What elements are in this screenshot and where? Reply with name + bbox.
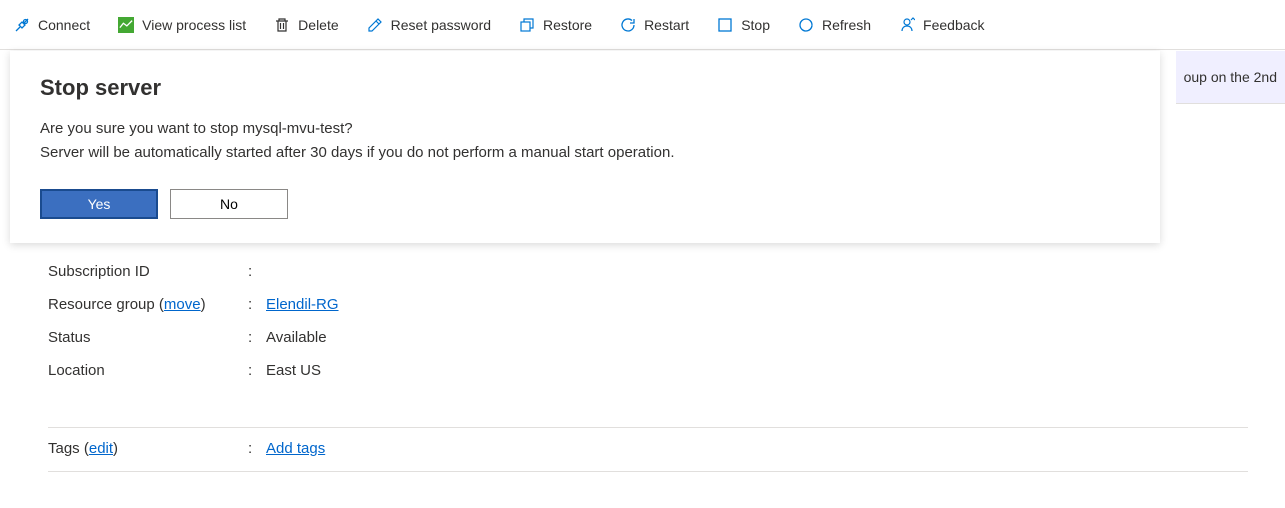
restore-label: Restore xyxy=(543,17,592,33)
colon: : xyxy=(248,329,266,346)
colon: : xyxy=(248,263,266,280)
location-label: Location xyxy=(48,362,248,379)
resource-group-row: Resource group (move) : Elendil-RG xyxy=(48,288,1248,321)
divider xyxy=(48,471,1248,472)
dialog-message: Are you sure you want to stop mysql-mvu-… xyxy=(40,117,1130,165)
location-value: East US xyxy=(266,362,321,379)
feedback-icon xyxy=(899,17,915,33)
refresh-label: Refresh xyxy=(822,17,871,33)
status-label: Status xyxy=(48,329,248,346)
resource-group-label: Resource group (move) xyxy=(48,296,248,313)
tags-row: Tags (edit) : Add tags xyxy=(48,427,1248,465)
restart-icon xyxy=(620,17,636,33)
dialog-message-line2: Server will be automatically started aft… xyxy=(40,144,674,161)
move-link[interactable]: move xyxy=(164,296,201,313)
stop-icon xyxy=(717,17,733,33)
stop-server-dialog: Stop server Are you sure you want to sto… xyxy=(10,51,1160,243)
refresh-icon xyxy=(798,17,814,33)
colon: : xyxy=(248,362,266,379)
feedback-label: Feedback xyxy=(923,17,984,33)
subscription-id-label: Subscription ID xyxy=(48,263,248,280)
restore-icon xyxy=(519,17,535,33)
toolbar: Connect View process list Delete Reset p… xyxy=(0,0,1285,50)
stop-button[interactable]: Stop xyxy=(703,11,784,39)
info-banner: oup on the 2nd xyxy=(1176,51,1285,104)
connect-icon xyxy=(14,17,30,33)
status-value: Available xyxy=(266,329,327,346)
add-tags-link[interactable]: Add tags xyxy=(266,440,325,457)
reset-password-label: Reset password xyxy=(391,17,491,33)
connect-button[interactable]: Connect xyxy=(0,11,104,39)
restart-label: Restart xyxy=(644,17,689,33)
subscription-id-row: Subscription ID : xyxy=(48,255,1248,288)
no-button[interactable]: No xyxy=(170,189,288,219)
dialog-title: Stop server xyxy=(40,75,1130,101)
location-row: Location : East US xyxy=(48,354,1248,387)
delete-button[interactable]: Delete xyxy=(260,11,352,39)
dialog-buttons: Yes No xyxy=(40,189,1130,219)
status-row: Status : Available xyxy=(48,321,1248,354)
feedback-button[interactable]: Feedback xyxy=(885,11,998,39)
pencil-icon xyxy=(367,17,383,33)
dialog-message-line1: Are you sure you want to stop mysql-mvu-… xyxy=(40,120,353,137)
edit-link[interactable]: edit xyxy=(89,440,113,457)
colon: : xyxy=(248,296,266,313)
process-list-icon xyxy=(118,17,134,33)
resource-group-value[interactable]: Elendil-RG xyxy=(266,296,339,313)
yes-button[interactable]: Yes xyxy=(40,189,158,219)
restore-button[interactable]: Restore xyxy=(505,11,606,39)
details-section: Subscription ID : Resource group (move) … xyxy=(48,255,1248,472)
restart-button[interactable]: Restart xyxy=(606,11,703,39)
trash-icon xyxy=(274,17,290,33)
view-process-list-label: View process list xyxy=(142,17,246,33)
view-process-list-button[interactable]: View process list xyxy=(104,11,260,39)
colon: : xyxy=(248,440,266,457)
stop-label: Stop xyxy=(741,17,770,33)
banner-text: oup on the 2nd xyxy=(1184,69,1277,85)
reset-password-button[interactable]: Reset password xyxy=(353,11,505,39)
connect-label: Connect xyxy=(38,17,90,33)
refresh-button[interactable]: Refresh xyxy=(784,11,885,39)
tags-label: Tags (edit) xyxy=(48,440,248,457)
delete-label: Delete xyxy=(298,17,338,33)
